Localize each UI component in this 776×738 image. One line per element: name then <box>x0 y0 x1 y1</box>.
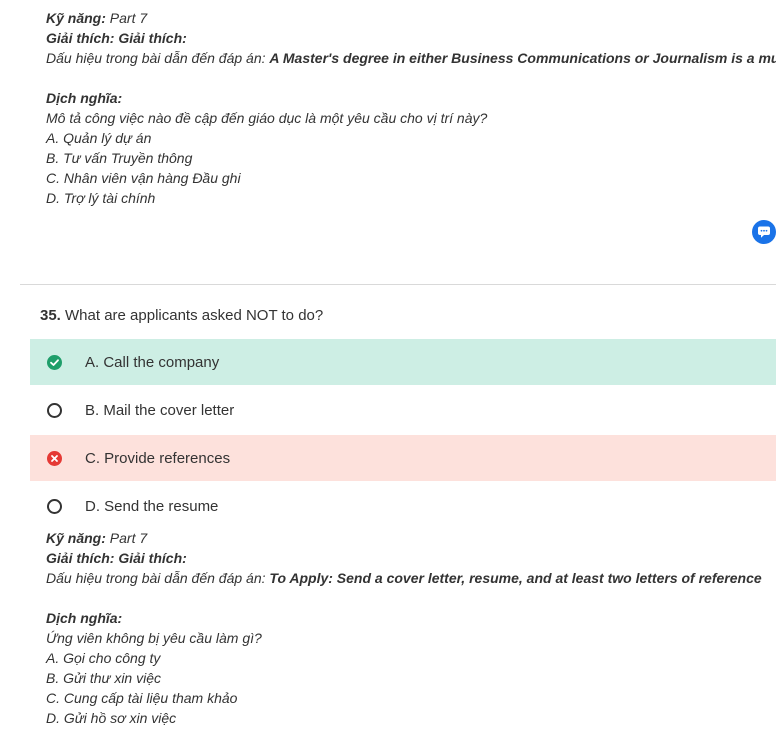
evidence-label: Dấu hiệu trong bài dẫn đến đáp án: <box>46 570 270 586</box>
answer-option-a[interactable]: A. Call the company <box>30 339 776 385</box>
translation-question: Mô tả công việc nào đề cập đến giáo dục … <box>46 110 488 126</box>
question-title: 35. What are applicants asked NOT to do? <box>40 306 323 326</box>
question-text: What are applicants asked NOT to do? <box>60 307 324 324</box>
skill-label: Kỹ năng: <box>46 10 106 26</box>
translation-option: B. Gửi thư xin việc <box>46 670 162 686</box>
answer-option-c[interactable]: C. Provide references <box>30 435 776 481</box>
evidence-value: A Master's degree in either Business Com… <box>269 50 776 66</box>
translation-option: D. Trợ lý tài chính <box>46 190 156 206</box>
evidence-label: Dấu hiệu trong bài dẫn đến đáp án: <box>46 50 270 66</box>
explain-line: Giải thích: Giải thích: <box>46 28 776 48</box>
radio-empty-icon <box>47 403 62 418</box>
translation-label-line: Dịch nghĩa: <box>46 608 762 628</box>
evidence-value: To Apply: Send a cover letter, resume, a… <box>269 570 762 586</box>
translation-option: B. Tư vấn Truyền thông <box>46 150 193 166</box>
evidence-line: Dấu hiệu trong bài dẫn đến đáp án: A Mas… <box>46 48 776 68</box>
translation-label: Dịch nghĩa: <box>46 90 123 106</box>
answer-option-label: D. Send the resume <box>85 497 219 515</box>
radio-empty-icon <box>47 499 62 514</box>
section-divider <box>20 284 776 285</box>
explain-label: Giải thích: Giải thích: <box>46 550 187 566</box>
answer-option-label: A. Call the company <box>85 353 220 371</box>
explain-label: Giải thích: Giải thích: <box>46 30 187 46</box>
question-number: 35. <box>40 307 61 324</box>
translation-option: C. Nhân viên vận hàng Đầu ghi <box>46 170 241 186</box>
chat-bubble-icon <box>758 226 770 238</box>
answer-option-d[interactable]: D. Send the resume <box>30 483 776 529</box>
skill-value: Part 7 <box>105 530 148 546</box>
translation-label: Dịch nghĩa: <box>46 610 123 626</box>
check-circle-icon <box>47 355 62 370</box>
translation-option: A. Quản lý dự án <box>46 130 152 146</box>
explanation-block-bottom: Kỹ năng: Part 7 Giải thích: Giải thích: … <box>46 528 762 728</box>
translation-question: Ứng viên không bị yêu cầu làm gì? <box>46 630 262 646</box>
explanation-block-top: Kỹ năng: Part 7 Giải thích: Giải thích: … <box>46 8 776 208</box>
skill-label: Kỹ năng: <box>46 530 106 546</box>
translation-option: C. Cung cấp tài liệu tham khảo <box>46 690 238 706</box>
answer-option-label: C. Provide references <box>85 449 231 467</box>
skill-value: Part 7 <box>105 10 148 26</box>
chat-button[interactable] <box>752 220 776 244</box>
answer-option-label: B. Mail the cover letter <box>85 401 235 419</box>
skill-line: Kỹ năng: Part 7 <box>46 8 776 28</box>
translation-option: A. Gọi cho công ty <box>46 650 161 666</box>
explain-line: Giải thích: Giải thích: <box>46 548 762 568</box>
answer-option-b[interactable]: B. Mail the cover letter <box>30 387 776 433</box>
x-circle-icon <box>47 451 62 466</box>
skill-line: Kỹ năng: Part 7 <box>46 528 762 548</box>
evidence-line: Dấu hiệu trong bài dẫn đến đáp án: To Ap… <box>46 568 762 588</box>
translation-option: D. Gửi hồ sơ xin việc <box>46 710 177 726</box>
translation-label-line: Dịch nghĩa: <box>46 88 776 108</box>
